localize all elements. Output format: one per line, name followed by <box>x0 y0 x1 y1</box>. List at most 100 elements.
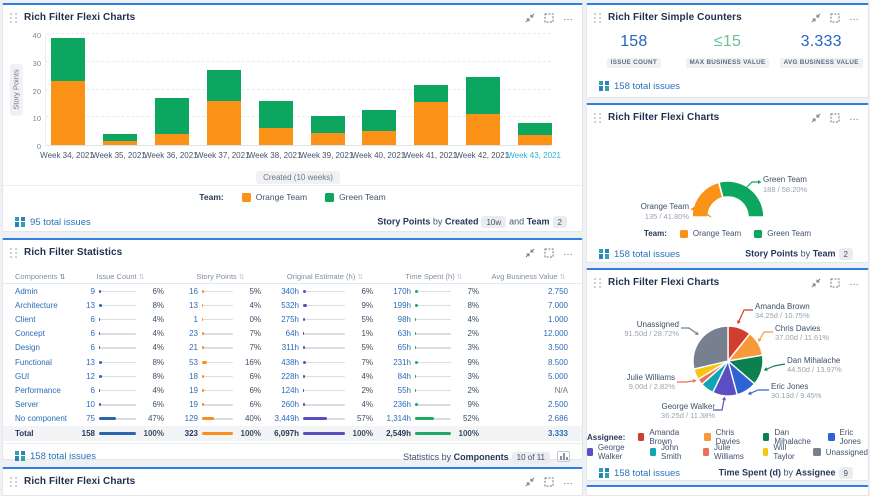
bar-segment-orange[interactable] <box>51 81 85 145</box>
gadget-header: Rich Filter Flexi Charts … <box>3 469 582 493</box>
maximize-icon[interactable] <box>830 13 840 23</box>
bar-segment-green[interactable] <box>414 85 448 102</box>
component-link[interactable]: Server <box>15 400 69 409</box>
pager-badge[interactable]: 10 of 11 <box>512 452 550 464</box>
maximize-icon[interactable] <box>830 278 840 288</box>
bar-segment-green[interactable] <box>311 116 345 133</box>
bar-segment-green[interactable] <box>362 110 396 131</box>
column-header[interactable]: Time Spent (h)⇅ <box>381 272 487 281</box>
maximize-icon[interactable] <box>830 113 840 123</box>
legend-title: Assignee: <box>587 433 625 442</box>
bar-segment-orange[interactable] <box>103 141 137 145</box>
dim-badge[interactable]: 10w <box>481 216 506 228</box>
legend-item[interactable]: Will Taylor <box>763 443 800 461</box>
bar-segment-green[interactable] <box>207 70 241 101</box>
donut-callout-name: Green Team <box>763 175 807 184</box>
legend-item[interactable]: Orange Team <box>242 192 307 202</box>
donut-legend: Team: Orange Team Green Team <box>587 229 868 238</box>
avg-business-value: 12.000 <box>487 329 570 338</box>
drag-handle-icon[interactable] <box>594 13 601 23</box>
legend-label: Julie Williams <box>714 443 750 461</box>
maximize-icon[interactable] <box>544 477 554 487</box>
maximize-icon[interactable] <box>544 248 554 258</box>
drag-handle-icon[interactable] <box>10 248 17 258</box>
component-link[interactable]: Concept <box>15 329 69 338</box>
bar-segment-orange[interactable] <box>259 128 293 145</box>
component-link[interactable]: Functional <box>15 358 69 367</box>
column-header[interactable]: Original Estimate (h)⇅ <box>269 272 381 281</box>
pie-callout-value: 9.00d / 2.82% <box>595 382 675 391</box>
component-link[interactable]: Total <box>15 429 69 438</box>
component-link[interactable]: Architecture <box>15 301 69 310</box>
legend-swatch <box>828 433 834 441</box>
total-issues-link[interactable]: 95 total issues <box>15 215 91 228</box>
sort-icon: ⇅ <box>457 274 463 281</box>
collapse-icon[interactable] <box>525 477 535 487</box>
legend-item[interactable]: Unassigned <box>813 448 868 457</box>
component-link[interactable]: Admin <box>15 287 69 296</box>
bar-segment-orange[interactable] <box>466 114 500 145</box>
drag-handle-icon[interactable] <box>594 113 601 123</box>
more-actions-icon[interactable]: … <box>849 12 860 23</box>
maximize-icon[interactable] <box>544 13 554 23</box>
bar-segment-green[interactable] <box>51 38 85 81</box>
column-header[interactable]: Issue Count⇅ <box>69 272 172 281</box>
legend-item[interactable]: Julie Williams <box>703 443 749 461</box>
drag-handle-icon[interactable] <box>10 13 17 23</box>
gadget-simple-counters: Rich Filter Simple Counters … 158 ISSUE … <box>586 3 869 98</box>
drag-handle-icon[interactable] <box>594 278 601 288</box>
total-issues-link[interactable]: 158 total issues <box>15 449 96 462</box>
legend-item[interactable]: George Walker <box>587 443 637 461</box>
column-header[interactable]: Avg Business Value⇅ <box>487 272 570 281</box>
component-link[interactable]: Performance <box>15 386 69 395</box>
avg-business-value: 7.000 <box>487 301 570 310</box>
bar-segment-orange[interactable] <box>207 101 241 145</box>
bar-segment-orange[interactable] <box>518 135 552 145</box>
component-link[interactable]: GUI <box>15 372 69 381</box>
chart-view-icon[interactable] <box>557 451 570 462</box>
more-actions-icon[interactable]: … <box>849 277 860 288</box>
dim-badge[interactable]: 2 <box>553 216 567 228</box>
bar-segment-green[interactable] <box>466 77 500 114</box>
collapse-icon[interactable] <box>811 113 821 123</box>
more-actions-icon[interactable]: … <box>563 247 574 258</box>
legend-item[interactable]: Green Team <box>754 229 811 238</box>
legend-title: Team: <box>644 229 667 238</box>
more-actions-icon[interactable]: … <box>563 12 574 23</box>
more-actions-icon[interactable]: … <box>563 476 574 487</box>
more-actions-icon[interactable]: … <box>849 112 860 123</box>
bar-segment-orange[interactable] <box>311 133 345 145</box>
collapse-icon[interactable] <box>811 278 821 288</box>
collapse-icon[interactable] <box>525 13 535 23</box>
total-issues-link[interactable]: 158 total issues <box>599 466 680 479</box>
dim-badge[interactable]: 9 <box>839 467 853 479</box>
dim-badge[interactable]: 2 <box>839 248 853 260</box>
component-link[interactable]: No component <box>15 414 69 423</box>
legend-item[interactable]: Orange Team <box>680 229 741 238</box>
column-header[interactable]: Story Points⇅ <box>172 272 269 281</box>
bar-segment-orange[interactable] <box>362 131 396 145</box>
legend-swatch <box>650 448 656 456</box>
legend-item[interactable]: John Smith <box>650 443 690 461</box>
bar-segment-orange[interactable] <box>414 102 448 145</box>
bar-segment-orange[interactable] <box>155 134 189 145</box>
drag-handle-icon[interactable] <box>10 477 17 487</box>
legend-swatch <box>680 230 688 238</box>
legend-item[interactable]: Green Team <box>325 192 386 202</box>
bar-segment-green[interactable] <box>103 134 137 141</box>
legend-label: Green Team <box>767 229 811 238</box>
donut-svg[interactable] <box>587 105 870 265</box>
bar-segment-green[interactable] <box>518 123 552 135</box>
collapse-icon[interactable] <box>525 248 535 258</box>
table-row: Functional138%5316%438h7%231h9%8.500 <box>3 355 582 369</box>
total-issues-link[interactable]: 158 total issues <box>599 79 680 92</box>
total-issues-link[interactable]: 158 total issues <box>599 247 680 260</box>
component-link[interactable]: Design <box>15 343 69 352</box>
collapse-icon[interactable] <box>811 13 821 23</box>
column-header[interactable]: Components⇅ <box>15 272 69 281</box>
gadget-title: Rich Filter Flexi Charts <box>608 112 719 123</box>
bar-segment-green[interactable] <box>155 98 189 134</box>
component-link[interactable]: Client <box>15 315 69 324</box>
bar-segment-green[interactable] <box>259 101 293 129</box>
legend-swatch <box>638 433 644 441</box>
